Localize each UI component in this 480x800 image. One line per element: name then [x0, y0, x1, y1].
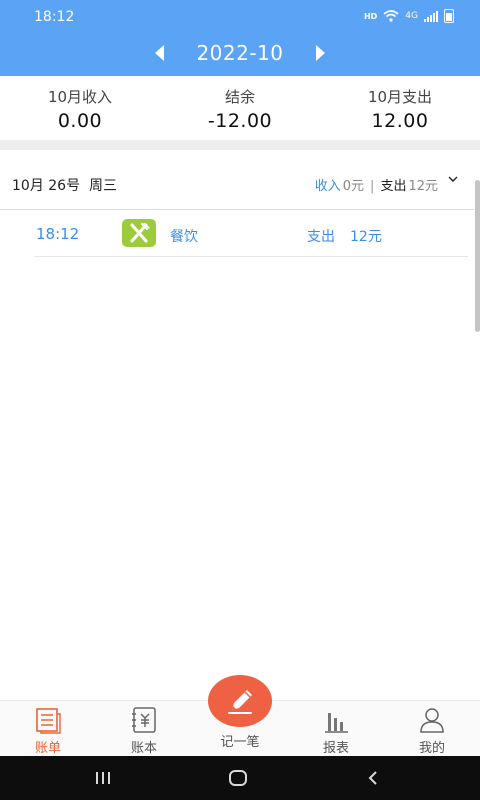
- day-income-value: 0元: [342, 179, 365, 194]
- entry-category: 餐饮: [170, 229, 198, 245]
- day-date-text: 10月 26号: [12, 178, 81, 194]
- entry-time: 18:12: [36, 225, 80, 243]
- bar-chart-icon: [325, 713, 348, 733]
- wifi-icon: [383, 10, 399, 22]
- month-title[interactable]: 2022-10: [196, 41, 283, 65]
- month-navigator: 2022-10: [0, 34, 480, 72]
- nav-bills-label: 账单: [34, 741, 61, 756]
- fork-knife-icon: [122, 219, 156, 247]
- back-icon[interactable]: [366, 771, 380, 785]
- hd-indicator: HD: [363, 11, 378, 21]
- summary-balance-value: -12.00: [207, 110, 273, 132]
- nav-profile-label: 我的: [418, 741, 445, 756]
- summary-income-label: 10月收入: [47, 88, 113, 106]
- nav-profile[interactable]: 我的: [384, 701, 480, 757]
- summary-balance: 结余 -12.00: [160, 76, 320, 140]
- header: 18:12 HD 4G 2022-10: [0, 0, 480, 76]
- pencil-icon: [228, 690, 252, 714]
- day-expense-value: 12元: [408, 179, 438, 194]
- day-income-label: 收入: [314, 179, 341, 194]
- network-type: 4G: [405, 11, 418, 21]
- summary-expense: 10月支出 12.00: [320, 76, 480, 140]
- day-summary: 收入 0元 | 支出 12元: [315, 175, 438, 194]
- nav-ledger[interactable]: 账本: [96, 701, 192, 757]
- summary-income: 10月收入 0.00: [0, 76, 160, 140]
- app-screen: 18:12 HD 4G 2022-10 10月收入 0.00 结余 -12.00…: [0, 0, 480, 800]
- nav-reports[interactable]: 报表: [288, 701, 384, 757]
- list-item[interactable]: 18:12 餐饮 支出 12元: [34, 210, 468, 257]
- month-summary: 10月收入 0.00 结余 -12.00 10月支出 12.00: [0, 76, 480, 140]
- home-icon[interactable]: [229, 770, 247, 786]
- add-record-button[interactable]: [208, 675, 272, 727]
- prev-month-icon[interactable]: [155, 45, 164, 61]
- chevron-down-icon[interactable]: [448, 174, 458, 184]
- day-expense-label: 支出: [380, 179, 407, 194]
- add-record-label: 记一笔: [220, 735, 260, 750]
- day-weekday: 周三: [89, 178, 117, 194]
- signal-icon: [424, 10, 438, 22]
- summary-balance-label: 结余: [224, 88, 255, 106]
- summary-income-value: 0.00: [57, 110, 103, 132]
- status-time: 18:12: [34, 9, 75, 25]
- ledger-icon: [132, 707, 156, 733]
- entry-type: 支出: [307, 229, 335, 245]
- system-nav-bar: [0, 756, 480, 800]
- battery-icon: [444, 9, 454, 23]
- status-icons: HD 4G: [364, 9, 454, 23]
- nav-reports-label: 报表: [322, 741, 349, 756]
- summary-expense-label: 10月支出: [367, 88, 433, 106]
- bill-list-icon: [36, 708, 61, 734]
- next-month-icon[interactable]: [316, 45, 325, 61]
- entry-amount: 12元: [350, 229, 382, 245]
- section-divider: [0, 140, 480, 150]
- summary-expense-value: 12.00: [371, 110, 429, 132]
- recents-icon[interactable]: [96, 772, 110, 784]
- scrollbar[interactable]: [475, 180, 480, 332]
- day-group-header[interactable]: 10月 26号 周三 收入 0元 | 支出 12元: [0, 160, 474, 210]
- divider: |: [370, 179, 375, 194]
- nav-ledger-label: 账本: [130, 741, 157, 756]
- profile-icon: [420, 708, 444, 733]
- day-date: 10月 26号 周三: [12, 175, 117, 195]
- status-bar: 18:12 HD 4G: [0, 0, 480, 34]
- nav-bills[interactable]: 账单: [0, 701, 96, 757]
